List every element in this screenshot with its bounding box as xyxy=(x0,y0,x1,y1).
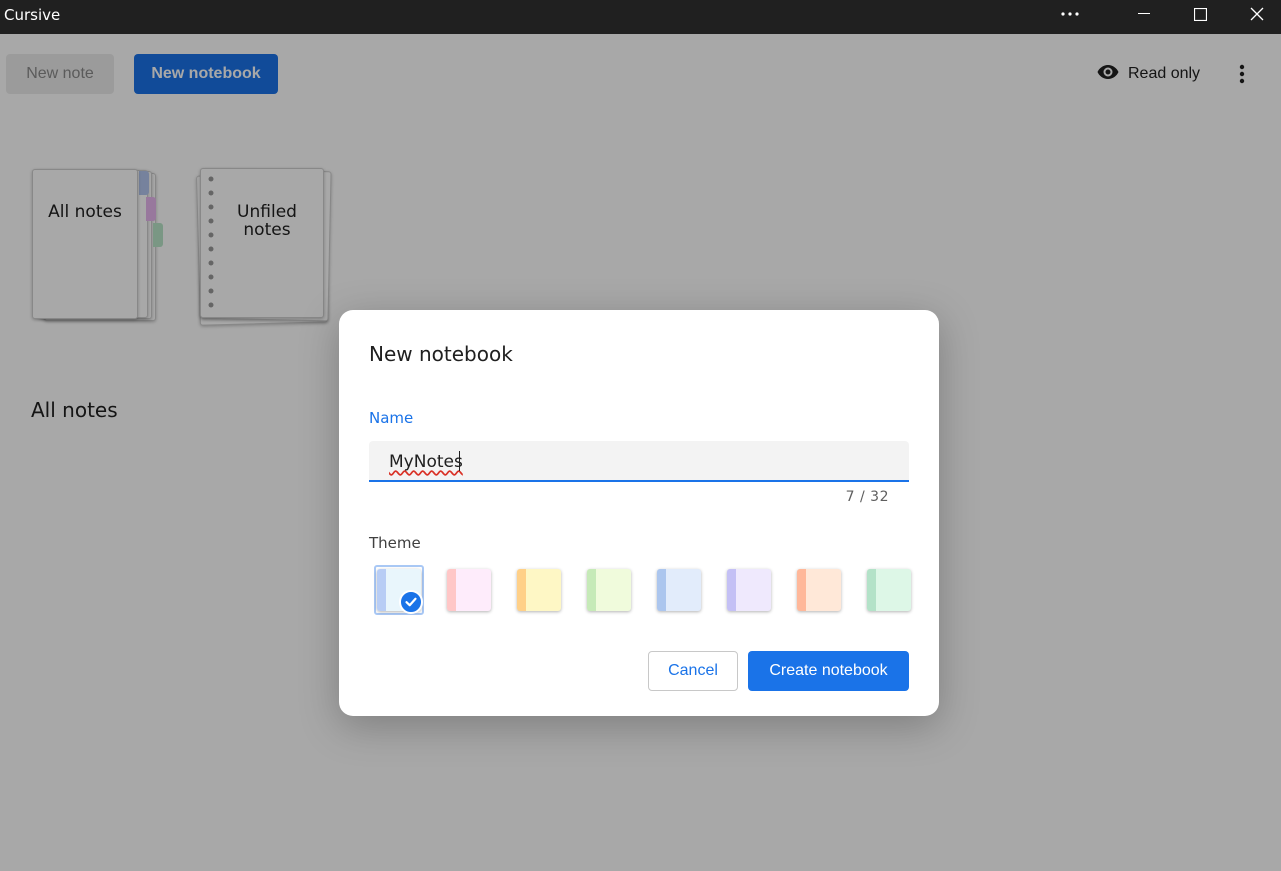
name-input-value: MyNotes xyxy=(389,452,463,472)
name-label: Name xyxy=(369,409,414,427)
more-horizontal-icon[interactable] xyxy=(1047,0,1093,28)
swatch-spine xyxy=(517,569,526,611)
close-icon[interactable] xyxy=(1234,0,1280,28)
app-title: Cursive xyxy=(4,6,61,24)
check-icon xyxy=(399,590,423,614)
theme-swatch-8[interactable] xyxy=(867,569,911,611)
create-notebook-button[interactable]: Create notebook xyxy=(748,651,909,691)
theme-swatch-3[interactable] xyxy=(517,569,561,611)
cancel-button[interactable]: Cancel xyxy=(648,651,738,691)
swatch-spine xyxy=(867,569,876,611)
theme-swatch-6[interactable] xyxy=(727,569,771,611)
dialog-title: New notebook xyxy=(369,342,513,366)
maximize-icon[interactable] xyxy=(1177,0,1223,28)
name-input[interactable]: MyNotes xyxy=(369,441,909,482)
minimize-icon[interactable] xyxy=(1121,0,1167,28)
theme-swatch-5[interactable] xyxy=(657,569,701,611)
theme-swatch-2[interactable] xyxy=(447,569,491,611)
char-counter: 7 / 32 xyxy=(845,489,889,505)
title-bar: Cursive xyxy=(0,0,1281,34)
text-caret xyxy=(459,451,460,471)
swatch-spine xyxy=(587,569,596,611)
swatch-spine xyxy=(657,569,666,611)
theme-swatch-7[interactable] xyxy=(797,569,841,611)
new-notebook-dialog: New notebook Name MyNotes 7 / 32 Theme C… xyxy=(339,310,939,716)
swatch-spine xyxy=(727,569,736,611)
swatch-spine xyxy=(797,569,806,611)
theme-label: Theme xyxy=(369,534,421,552)
theme-swatch-4[interactable] xyxy=(587,569,631,611)
swatch-spine xyxy=(447,569,456,611)
swatch-spine xyxy=(377,569,386,611)
